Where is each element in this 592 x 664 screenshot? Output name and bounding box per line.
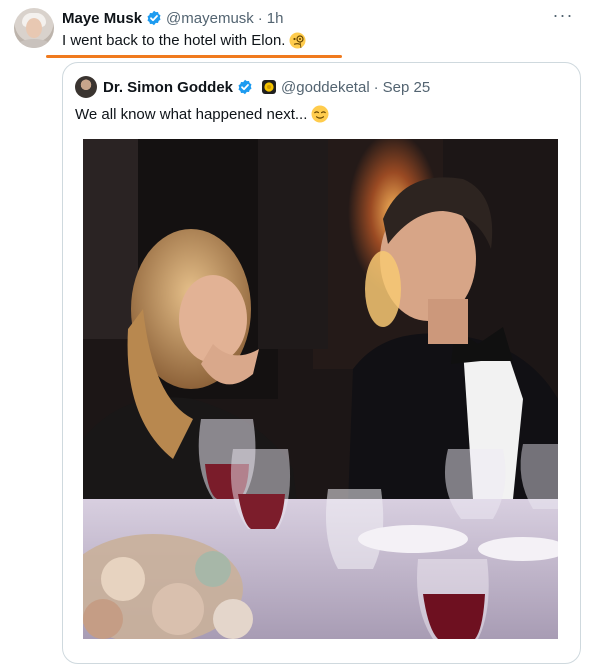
quoted-tweet-date[interactable]: Sep 25 — [383, 79, 431, 96]
author-handle[interactable]: @mayemusk — [166, 10, 254, 27]
relieved-face-emoji-icon — [311, 105, 329, 123]
separator-dot: · — [373, 78, 379, 96]
separator-dot: · — [257, 9, 263, 27]
verified-badge-icon — [146, 10, 162, 26]
highlight-underline — [46, 55, 342, 58]
avatar-face — [26, 18, 42, 38]
tweet-header: Maye Musk @mayemusk · 1h — [62, 8, 572, 28]
author-avatar[interactable] — [14, 8, 54, 48]
more-options-icon[interactable]: ··· — [550, 6, 576, 26]
quoted-tweet-photo[interactable] — [83, 139, 558, 639]
quoted-author-name[interactable]: Dr. Simon Goddek — [103, 79, 233, 96]
author-name[interactable]: Maye Musk — [62, 10, 142, 27]
quoted-tweet-header: Dr. Simon Goddek @goddeketal · Sep 25 — [75, 76, 431, 98]
verified-badge-icon — [237, 79, 253, 95]
quoted-author-handle[interactable]: @goddeketal — [281, 79, 370, 96]
avatar-shoulders — [16, 39, 52, 48]
quoted-author-avatar[interactable] — [75, 76, 97, 98]
quoted-tweet-text: We all know what happened next... — [75, 105, 308, 123]
affiliate-badge-icon — [261, 79, 277, 95]
tweet-text: I went back to the hotel with Elon. — [62, 32, 286, 49]
monocle-face-emoji-icon — [289, 32, 306, 49]
tweet-timestamp[interactable]: 1h — [267, 10, 284, 27]
quoted-tweet-text-row: We all know what happened next... — [75, 105, 329, 123]
tweet-text-row: I went back to the hotel with Elon. — [62, 32, 306, 49]
quoted-tweet-card[interactable]: Dr. Simon Goddek @goddeketal · Sep 25 We… — [62, 62, 581, 664]
